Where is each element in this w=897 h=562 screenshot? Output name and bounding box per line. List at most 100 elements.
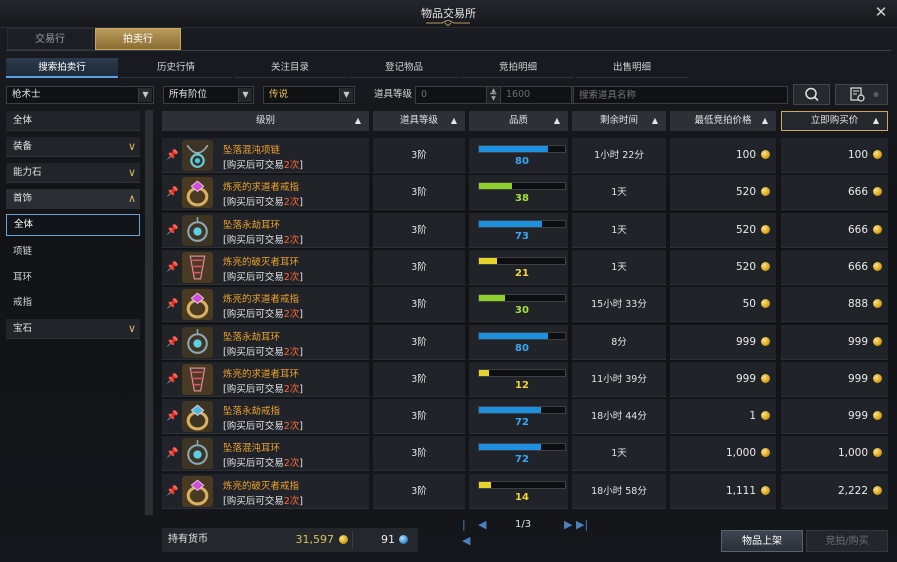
min-bid-cell: 1 [670,399,776,435]
quality-value: 30 [515,305,529,317]
table-row[interactable]: 📌 炼亮的破灭者耳环 [购买后可交易2次] 3阶 21 1天 520 666 [162,249,888,287]
window-title: 物品交易所 [421,7,476,20]
quality-cell: 14 [469,473,568,509]
next-page-icon[interactable]: ▶ [564,517,572,533]
category-scrollbar-thumb[interactable] [145,110,153,515]
pin-icon[interactable]: 📌 [166,411,178,423]
pin-icon[interactable]: 📌 [166,150,178,162]
tab-search-auction[interactable]: 搜索拍卖行 [6,58,118,78]
subcategory-accessory-all[interactable]: 全体 [6,214,140,236]
min-bid-price: 1,111 [670,474,770,509]
prev-page-icon[interactable]: ◀ [478,517,486,533]
category-gem[interactable]: 宝石 ∨ [6,319,140,339]
pin-icon[interactable]: 📌 [166,225,178,237]
quality-bar [478,368,566,377]
item-name: 坠落混沌项链 [223,145,281,156]
header-grade[interactable]: 级别 ▲ [162,111,369,131]
category-equipment[interactable]: 装备 ∨ [6,137,140,157]
bid-buy-button[interactable]: 竞拍/购买 [806,530,888,552]
table-row[interactable]: 📌 坠落永劫耳环 [购买后可交易2次] 3阶 73 1天 520 666 [162,212,888,250]
earring-blue-icon [182,438,213,470]
quality-bar-fill [479,220,542,227]
header-quality[interactable]: 品质 ▲ [469,111,568,131]
item-trade-note: [购买后可交易2次] [223,493,303,507]
header-min-bid[interactable]: 最低竞拍价格 ▲ [670,111,776,131]
quality-bar-fill [479,407,541,414]
pin-icon[interactable]: 📌 [166,262,178,274]
table-row[interactable]: 📌 坠落永劫戒指 [购买后可交易2次] 3阶 72 18小时 44分 1 999 [162,399,888,436]
gold-coin-icon [873,224,882,234]
tab-watchlist[interactable]: 关注目录 [234,58,346,78]
pin-icon[interactable]: 📌 [166,337,178,349]
item-cell: 📌 炼亮的求道者戒指 [购买后可交易2次] [162,287,369,323]
tab-price-history[interactable]: 历史行情 [120,58,232,78]
item-trade-note: [购买后可交易2次] [223,194,303,208]
table-row[interactable]: 📌 炼亮的破灭者戒指 [购买后可交易2次] 3阶 14 18小时 58分 1,111 2,22… [162,473,888,511]
chevron-down-icon: ∨ [127,322,136,335]
pin-icon[interactable]: 📌 [166,486,178,498]
pin-icon[interactable]: 📌 [166,374,178,386]
gold-coin-icon [761,187,770,197]
item-tier: 3阶 [411,224,427,236]
close-icon[interactable]: ✕ [873,4,889,20]
tier-select-value: 所有阶位 [169,89,208,100]
item-cell: 📌 炼亮的破灭者戒指 [购买后可交易2次] [162,473,369,509]
subcategory-ring[interactable]: 戒指 [6,292,140,314]
necklace-icon [182,140,213,171]
tier-select[interactable]: 所有阶位 ▼ [163,86,254,104]
quality-bar [478,443,566,452]
tab-exchange[interactable]: 交易行 [7,28,93,50]
advanced-search-button[interactable] [835,84,888,105]
subcategory-earring[interactable]: 耳环 [6,267,140,289]
grade-select[interactable]: 传说 ▼ [263,86,355,104]
header-buy-now[interactable]: 立即购买价 ▲ [781,111,888,131]
category-all[interactable]: 全体 [6,111,140,131]
min-bid-price: 520 [670,213,770,248]
gold-coin-icon [873,299,882,309]
last-page-icon[interactable]: ▶| [576,517,588,533]
min-bid-cell: 520 [670,249,776,285]
gold-amount: 31,597 [272,528,348,552]
tab-register-item[interactable]: 登记物品 [348,58,460,78]
time-left: 8分 [611,336,627,348]
tab-auction[interactable]: 拍卖行 [95,28,181,50]
earring-blue-icon [182,326,213,358]
subcategory-necklace[interactable]: 项链 [6,241,140,263]
item-search-input[interactable] [573,86,788,104]
header-time-left[interactable]: 剩余时间 ▲ [572,111,666,131]
gold-coin-icon [761,448,770,458]
trade-note-count: 2次 [283,160,300,171]
tab-sale-details[interactable]: 出售明细 [576,58,688,78]
trade-note-count: 2次 [283,495,300,507]
min-bid-value: 1,111 [725,484,756,497]
time-left: 11小时 39分 [591,373,647,385]
category-ability-stone[interactable]: 能力石 ∨ [6,163,140,183]
pin-icon[interactable]: 📌 [166,299,178,311]
category-accessory[interactable]: 首饰 ∧ [6,189,140,209]
item-trade-note: [购买后可交易2次] [223,455,303,469]
table-row[interactable]: 📌 炼亮的求道者戒指 [购买后可交易2次] 3阶 30 15小时 33分 50 888 [162,287,888,324]
class-select[interactable]: 枪术士 ▼ [6,86,154,104]
table-row[interactable]: 📌 坠落混沌项链 [购买后可交易2次] 3阶 80 1小时 22分 100 100 [162,138,888,175]
list-item-button[interactable]: 物品上架 [721,530,803,552]
table-row[interactable]: 📌 坠落永劫耳环 [购买后可交易2次] 3阶 80 8分 999 999 [162,324,888,362]
table-row[interactable]: 📌 炼亮的求道者耳环 [购买后可交易2次] 3阶 12 11小时 39分 999 999 [162,361,888,399]
gold-coin-icon [761,373,770,383]
quality-bar-fill [479,257,498,264]
pin-icon[interactable]: 📌 [166,448,178,460]
first-page-icon[interactable]: |◀ [462,517,470,549]
table-row[interactable]: 📌 炼亮的求道者戒指 [购买后可交易2次] 3阶 38 1天 520 666 [162,175,888,212]
header-item-level[interactable]: 道具等级 ▲ [373,111,465,131]
category-scrollbar[interactable] [145,110,153,515]
search-button[interactable] [793,84,830,105]
pin-icon[interactable]: 📌 [166,187,178,199]
time-left: 15小时 33分 [591,299,647,311]
buy-now-cell: 666 [781,175,888,211]
buy-now-cell: 2,222 [781,473,888,509]
quality-value: 72 [515,417,529,429]
tab-bid-details[interactable]: 竞拍明细 [462,58,574,78]
trade-note-count: 2次 [283,234,300,246]
quality-value: 80 [515,342,529,354]
table-row[interactable]: 📌 坠落混沌耳环 [购买后可交易2次] 3阶 72 1天 1,000 1,000 [162,436,888,473]
time-cell: 1天 [572,212,666,248]
